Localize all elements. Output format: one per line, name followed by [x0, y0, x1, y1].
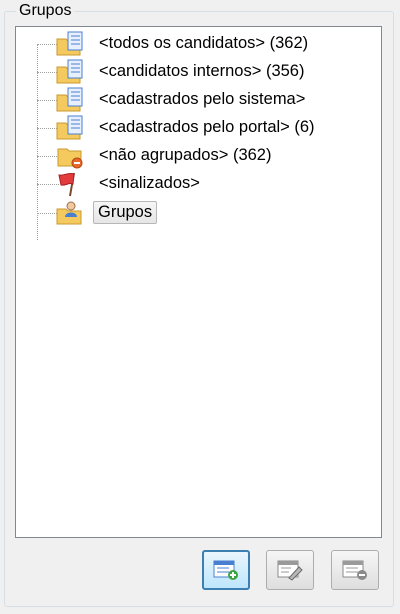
tree-item-label: <sinalizados> [99, 174, 200, 192]
list-add-icon [213, 560, 238, 580]
groups-panel-title: Grupos [16, 2, 75, 20]
tree-item-portal[interactable]: <cadastrados pelo portal> (6) [16, 114, 356, 142]
tree-item-label: <todos os candidatos> (362) [99, 34, 309, 52]
tree-item-label: <cadastrados pelo sistema> [99, 90, 306, 108]
folder-list-icon [56, 31, 84, 57]
tree-item-sinalizados[interactable]: <sinalizados> [16, 170, 356, 198]
folder-list-icon [56, 87, 84, 113]
folder-user-icon [56, 200, 84, 226]
list-remove-icon [342, 560, 367, 580]
list-edit-icon [277, 560, 303, 581]
tree-item-nao-agrupados[interactable]: <não agrupados> (362) [16, 142, 356, 170]
red-flag-icon [56, 171, 84, 197]
folder-list-icon [56, 59, 84, 85]
remove-group-button[interactable] [331, 550, 379, 590]
add-group-button[interactable] [202, 550, 250, 590]
tree-item-label: <candidatos internos> (356) [99, 62, 305, 80]
tree-item-internos[interactable]: <candidatos internos> (356) [16, 58, 356, 86]
tree-item-sistema[interactable]: <cadastrados pelo sistema> [16, 86, 356, 114]
groups-tree[interactable]: <todos os candidatos> (362) <candidatos … [15, 26, 382, 538]
tree-item-todos[interactable]: <todos os candidatos> (362) [16, 30, 356, 58]
tree-item-label: Grupos [93, 201, 158, 224]
tree-item-label: <cadastrados pelo portal> (6) [99, 118, 315, 136]
edit-group-button[interactable] [266, 550, 314, 590]
folder-list-icon [56, 115, 84, 141]
folder-minus-icon [56, 143, 84, 169]
tree-item-label: <não agrupados> (362) [99, 146, 272, 164]
tree-item-grupos[interactable]: Grupos [16, 199, 356, 227]
